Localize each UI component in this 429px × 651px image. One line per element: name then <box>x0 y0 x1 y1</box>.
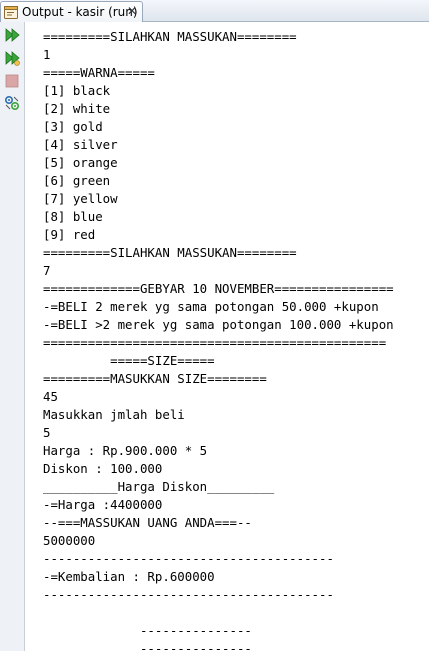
output-line: [9] red <box>43 227 96 242</box>
rerun-with-options-icon[interactable] <box>3 49 21 67</box>
output-line: __________Harga Diskon_________ <box>43 479 275 494</box>
output-line: ========================================… <box>43 335 387 350</box>
output-line: [6] green <box>43 173 111 188</box>
rerun-icon[interactable] <box>3 26 21 44</box>
settings-icon[interactable] <box>3 94 21 112</box>
output-line: --===MASSUKAN UANG ANDA===-- <box>43 515 252 530</box>
output-line: 45 <box>43 389 58 404</box>
output-line: -=Kembalian : Rp.600000 <box>43 569 215 584</box>
output-toolbar <box>0 22 25 651</box>
tab-bar: Output - kasir (run) ✕ <box>0 0 429 22</box>
output-window-icon <box>4 5 18 19</box>
output-line: =============GEBYAR 10 NOVEMBER=========… <box>43 281 394 296</box>
output-line: =========SILAHKAN MASSUKAN======== <box>43 29 297 44</box>
output-line: --------------- <box>43 623 252 638</box>
output-line: -=BELI 2 merek yg sama potongan 50.000 +… <box>43 299 379 314</box>
close-icon[interactable]: ✕ <box>126 5 138 17</box>
output-line: [1] black <box>43 83 111 98</box>
output-line: -=BELI >2 merek yg sama potongan 100.000… <box>43 317 394 332</box>
output-line: Masukkan jmlah beli <box>43 407 185 422</box>
output-line: 5 <box>43 425 51 440</box>
output-line: =====WARNA===== <box>43 65 155 80</box>
tab-output-kasir-run[interactable]: Output - kasir (run) ✕ <box>0 1 143 22</box>
output-line: =========SILAHKAN MASSUKAN======== <box>43 245 297 260</box>
output-line: [4] silver <box>43 137 118 152</box>
output-line: =========MASUKKAN SIZE======== <box>43 371 267 386</box>
output-line: [2] white <box>43 101 111 116</box>
output-line: Diskon : 100.000 <box>43 461 163 476</box>
output-line: Harga : Rp.900.000 * 5 <box>43 443 208 458</box>
tab-title: Output - kasir (run) <box>22 5 138 19</box>
output-line: [8] blue <box>43 209 103 224</box>
output-line: --------------------------------------- <box>43 551 334 566</box>
output-line: 1 <box>43 47 51 62</box>
output-console[interactable]: =========SILAHKAN MASSUKAN======== 1 =====… <box>26 22 429 651</box>
output-line: =====SIZE===== <box>43 353 215 368</box>
output-line: [7] yellow <box>43 191 118 206</box>
stop-icon[interactable] <box>3 72 21 90</box>
output-line: --------------- <box>43 641 252 651</box>
output-line: --------------------------------------- <box>43 587 334 602</box>
output-line: [5] orange <box>43 155 118 170</box>
output-line: [3] gold <box>43 119 103 134</box>
output-line: 5000000 <box>43 533 96 548</box>
output-line: -=Harga :4400000 <box>43 497 163 512</box>
output-line: 7 <box>43 263 51 278</box>
